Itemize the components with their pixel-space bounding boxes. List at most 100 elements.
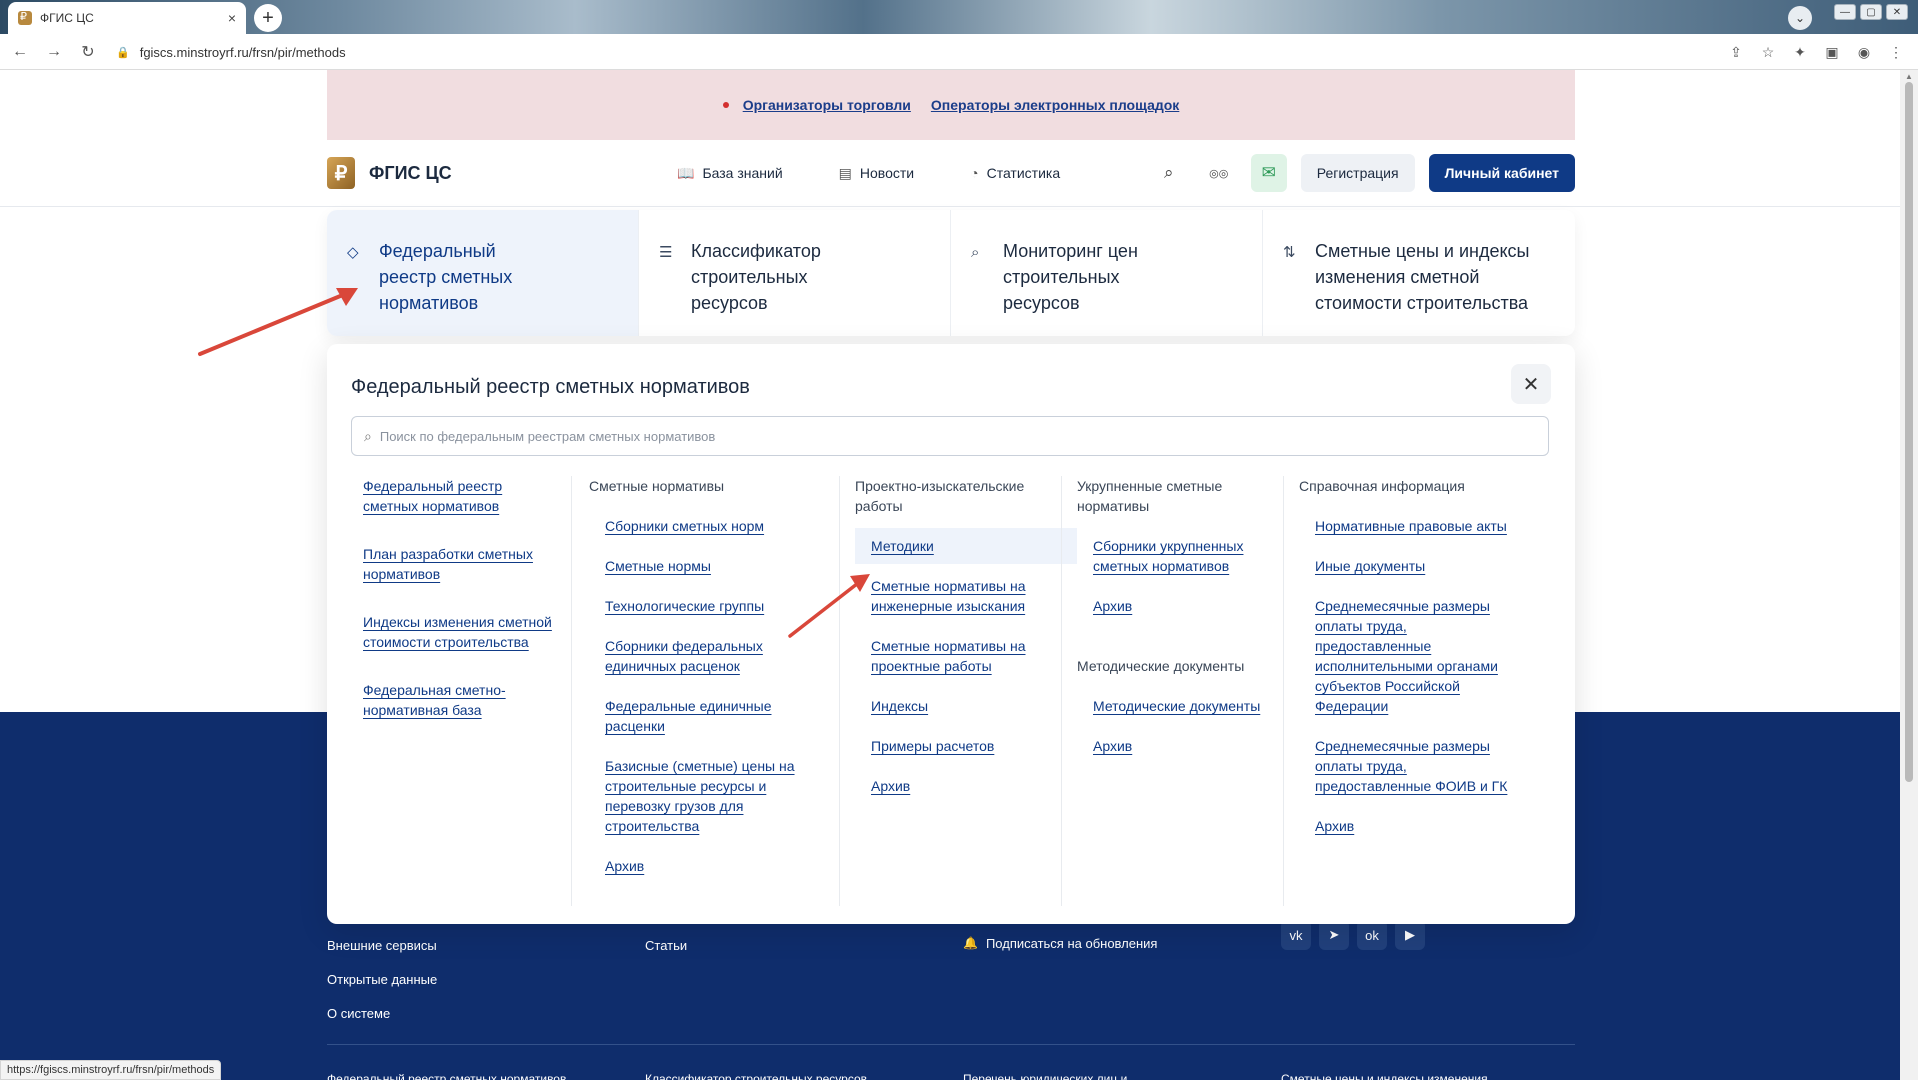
column-heading: Сметные нормативы <box>589 478 725 494</box>
forward-icon[interactable]: → <box>40 38 68 66</box>
nav-statistics[interactable]: ◔ Статистика <box>970 165 1060 181</box>
panel-column-aggregated: Укрупненные сметные нормативы Сборники у… <box>1077 476 1277 756</box>
footer-bottom-link[interactable]: Перечень юридических лиц и <box>963 1072 1127 1080</box>
logo-text[interactable]: ФГИС ЦС <box>369 163 452 184</box>
nav-knowledge-base[interactable]: 📖 База знаний <box>677 165 783 182</box>
link-archive[interactable]: Архив <box>1315 816 1529 836</box>
nav-label: База знаний <box>702 165 783 181</box>
link-federal-registry[interactable]: Федеральный реестр сметных нормативов <box>363 476 553 516</box>
lock-icon[interactable]: 🔒 <box>116 46 130 59</box>
registry-search-input[interactable] <box>379 428 1548 444</box>
browser-actions: ⇪ ☆ ✦ ▣ ◉ ⋮ <box>1724 38 1908 66</box>
social-links: vk ➤ ok ▶ <box>1281 920 1425 950</box>
link-norm-collections[interactable]: Сборники сметных норм <box>605 516 817 536</box>
section-tab-classifier[interactable]: ☰ Классификатор строительных ресурсов <box>639 210 951 336</box>
section-label: Федеральный реестр сметных нормативов <box>379 241 513 313</box>
scrollbar-thumb[interactable] <box>1905 82 1913 782</box>
address-bar[interactable]: 🔒 fgiscs.minstroyrf.ru/frsn/pir/methods <box>106 38 1786 66</box>
book-icon: 📖 <box>677 164 695 181</box>
link-aggregated-collections[interactable]: Сборники укрупненных сметных нормативов <box>1093 536 1277 576</box>
section-tab-price-monitoring[interactable]: ⌕ Мониторинг цен строительных ресурсов <box>951 210 1263 336</box>
link-archive[interactable]: Архив <box>1093 736 1277 756</box>
section-tab-prices-indexes[interactable]: ⇅ Сметные цены и индексы изменения сметн… <box>1263 210 1575 336</box>
close-icon[interactable]: ✕ <box>1511 364 1551 404</box>
link-legal-acts[interactable]: Нормативные правовые акты <box>1315 516 1529 536</box>
link-indexes[interactable]: Индексы <box>871 696 1061 716</box>
telegram-icon[interactable]: ➤ <box>1319 920 1349 950</box>
share-icon[interactable]: ⇪ <box>1724 38 1748 66</box>
nav-label: Новости <box>859 165 915 181</box>
window-close-icon[interactable]: ✕ <box>1886 4 1908 20</box>
link-wages-foiv[interactable]: Среднемесячные размеры оплаты труда, пре… <box>1315 736 1525 796</box>
link-archive[interactable]: Архив <box>605 856 817 876</box>
link-methods[interactable]: Методики <box>855 528 1077 564</box>
footer-bottom-link[interactable]: Федеральный реестр сметных нормативов <box>327 1072 566 1080</box>
mail-icon[interactable]: ✉ <box>1250 154 1287 192</box>
footer-link-about[interactable]: О системе <box>327 1006 390 1021</box>
rutube-icon[interactable]: ▶ <box>1395 920 1425 950</box>
footer-link-external-services[interactable]: Внешние сервисы <box>327 938 437 953</box>
header-actions: ⌕ ◎◎ ✉ Регистрация Личный кабинет <box>1151 154 1575 192</box>
footer-bottom-link[interactable]: Сметные цены и индексы изменения <box>1281 1072 1488 1080</box>
browser-toolbar: ← → ↻ 🔒 fgiscs.minstroyrf.ru/frsn/pir/me… <box>0 34 1918 70</box>
tab-close-icon[interactable]: × <box>228 10 236 26</box>
back-icon[interactable]: ← <box>6 38 34 66</box>
link-federal-base[interactable]: Федеральная сметно-нормативная база <box>363 680 553 720</box>
panel-column-reference: Справочная информация Нормативные правов… <box>1299 476 1529 836</box>
top-banner: Организаторы торговли Операторы электрон… <box>327 70 1575 140</box>
logo-icon[interactable]: ₽ <box>327 157 355 189</box>
link-archive[interactable]: Архив <box>871 776 1061 796</box>
panel-search[interactable]: ⌕ <box>351 416 1549 456</box>
vk-icon[interactable]: vk <box>1281 920 1311 950</box>
url-text[interactable]: fgiscs.minstroyrf.ru/frsn/pir/methods <box>140 45 346 60</box>
menu-kebab-icon[interactable]: ⋮ <box>1884 38 1908 66</box>
annotation-arrow-icon <box>198 288 358 356</box>
section-tab-federal-registry[interactable]: ◇ Федеральный реестр сметных нормативов <box>327 210 639 336</box>
subscribe-link[interactable]: 🔔 Подписаться на обновления <box>963 936 1157 951</box>
footer-link-open-data[interactable]: Открытые данные <box>327 972 437 987</box>
nav-news[interactable]: ▤ Новости <box>839 165 914 182</box>
maximize-icon[interactable]: ▢ <box>1860 4 1882 20</box>
link-development-plan[interactable]: План разработки сметных нормативов <box>363 544 553 584</box>
link-calc-examples[interactable]: Примеры расчетов <box>871 736 1061 756</box>
column-heading: Справочная информация <box>1299 478 1465 494</box>
search-icon[interactable]: ⌕ <box>1151 154 1187 192</box>
link-design-norms[interactable]: Сметные нормативы на проектные работы <box>871 636 1061 676</box>
link-survey-norms[interactable]: Сметные нормативы на инженерные изыскани… <box>871 576 1061 616</box>
link-other-docs[interactable]: Иные документы <box>1315 556 1529 576</box>
new-tab-button[interactable]: + <box>254 4 282 32</box>
panel-column-estimate-norms: Сметные нормативы Сборники сметных норм … <box>589 476 817 876</box>
side-panel-icon[interactable]: ▣ <box>1820 38 1844 66</box>
page-scrollbar[interactable]: ▲ <box>1900 70 1918 1080</box>
link-methodical-docs[interactable]: Методические документы <box>1093 696 1277 716</box>
reload-icon[interactable]: ↻ <box>74 38 102 66</box>
accessibility-glasses-icon[interactable]: ◎◎ <box>1201 154 1237 192</box>
site-favicon-icon <box>18 10 32 25</box>
site-header: ₽ ФГИС ЦС 📖 База знаний ▤ Новости ◔ Стат… <box>327 140 1575 206</box>
personal-cabinet-button[interactable]: Личный кабинет <box>1428 154 1575 192</box>
tab-title: ФГИС ЦС <box>40 11 94 25</box>
banner-link-operators[interactable]: Операторы электронных площадок <box>931 97 1179 113</box>
column-heading: Укрупненные сметные нормативы <box>1077 478 1223 514</box>
link-base-prices[interactable]: Базисные (сметные) цены на строительные … <box>605 756 817 836</box>
link-wages-regions[interactable]: Среднемесячные размеры оплаты труда, пре… <box>1315 596 1525 716</box>
bell-icon: 🔔 <box>963 936 978 950</box>
profile-icon[interactable]: ◉ <box>1852 38 1876 66</box>
scroll-up-icon[interactable]: ▲ <box>1905 72 1913 81</box>
tab-search-icon[interactable]: ⌄ <box>1788 6 1812 30</box>
extensions-icon[interactable]: ✦ <box>1788 38 1812 66</box>
footer-bottom-link[interactable]: Классификатор строительных ресурсов <box>645 1072 867 1080</box>
news-icon: ▤ <box>838 164 852 181</box>
link-archive[interactable]: Архив <box>1093 596 1277 616</box>
footer-link-articles[interactable]: Статьи <box>645 938 687 953</box>
minimize-icon[interactable]: — <box>1834 4 1856 20</box>
ok-icon[interactable]: ok <box>1357 920 1387 950</box>
link-unit-rates[interactable]: Федеральные единичные расценки <box>605 696 817 736</box>
link-cost-indexes[interactable]: Индексы изменения сметной стоимости стро… <box>363 612 553 652</box>
browser-tab[interactable]: ФГИС ЦС × <box>8 2 246 34</box>
browser-tab-strip: ФГИС ЦС × + ⌄ — ▢ ✕ <box>0 0 1918 34</box>
bookmark-star-icon[interactable]: ☆ <box>1756 38 1780 66</box>
register-button[interactable]: Регистрация <box>1300 154 1415 192</box>
banner-link-organizers[interactable]: Организаторы торговли <box>743 97 911 113</box>
search-icon: ⌕ <box>971 244 980 261</box>
